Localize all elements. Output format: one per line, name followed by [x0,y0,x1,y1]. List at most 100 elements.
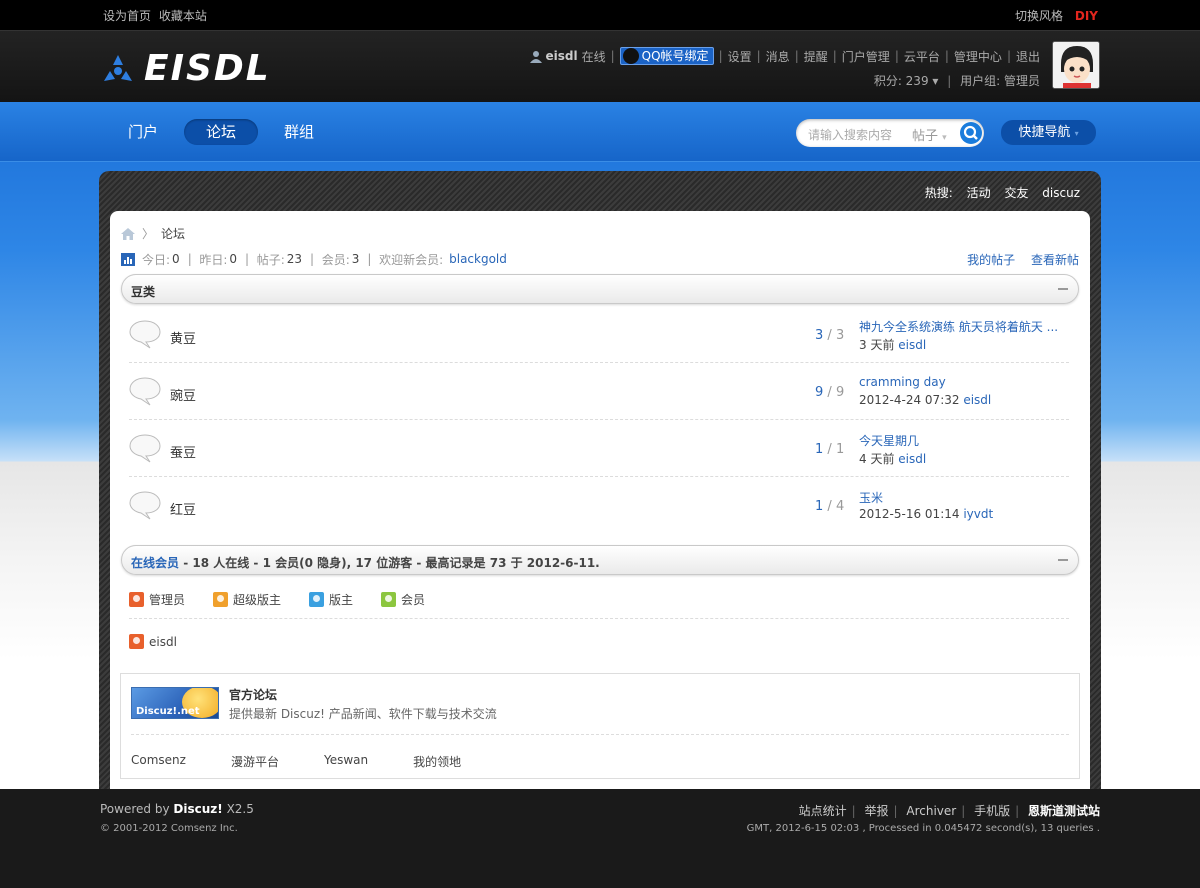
nav-group[interactable]: 群组 [262,119,336,145]
last-post-title[interactable]: 今天星期几 [859,432,1069,450]
set-home-link[interactable]: 设为首页 [103,9,151,23]
legend-label: 管理员 [149,592,186,607]
site-name-link[interactable]: 恩斯道测试站 [1028,804,1100,818]
mobile-link[interactable]: 手机版 [974,804,1010,818]
chart-icon [121,252,135,266]
site-logo[interactable]: EISDL [100,51,271,87]
collapse-icon[interactable] [1057,283,1069,295]
admin-center-link[interactable]: 管理中心 [954,48,1002,65]
user-icon [530,50,543,63]
member-legend: 管理员 超级版主 版主 会员 [129,591,453,607]
thread-count: 3 [815,328,824,343]
moderator-user-icon [309,591,325,607]
logout-link[interactable]: 退出 [1016,48,1040,65]
username-link[interactable]: eisdl [545,49,577,63]
discuz-link[interactable]: Discuz! [173,802,222,816]
discuz-banner[interactable]: Discuz!.net [131,687,219,719]
quick-nav-button[interactable]: 快捷导航 ▾ [1001,120,1096,145]
post-count: 4 [835,499,845,514]
top-bar: 设为首页 收藏本站 切换风格 DIY [0,0,1200,30]
report-link[interactable]: 举报 [864,804,888,818]
copyright: © 2001-2012 Comsenz Inc. [100,823,238,834]
archiver-link[interactable]: Archiver [906,804,956,818]
messages-link[interactable]: 消息 [766,48,790,65]
header: EISDL eisdl 在线 | QQ帐号绑定 | 设置 | 消息 | 提醒 | 门户… [0,30,1200,102]
hot-item-dating[interactable]: 交友 [1004,186,1028,200]
caret-down-icon: ▾ [932,74,939,88]
forum-counts: 1 / 1 [815,442,845,457]
favorite-link[interactable]: 收藏本站 [159,9,207,23]
site-stats-link[interactable]: 站点统计 [799,804,847,818]
search-input[interactable]: 请输入搜索内容 [808,126,892,143]
breadcrumb: 〉 论坛 [121,225,185,242]
avatar[interactable] [1052,41,1100,89]
forum-name[interactable]: 蚕豆 [170,442,196,461]
hot-item-activity[interactable]: 活动 [967,186,991,200]
diy-button[interactable]: DIY [1075,9,1098,23]
search-button[interactable] [960,122,982,144]
thread-count: 9 [815,385,824,400]
forum-counts: 3 / 3 [815,328,845,343]
last-post-title[interactable]: cramming day [859,375,1069,393]
search-type-select[interactable]: 帖子 ▾ [912,125,947,144]
text-links: Comsenz 漫游平台 Yeswan 我的领地 [131,753,506,770]
home-icon[interactable] [121,227,135,240]
search-icon [963,125,978,140]
last-post-user[interactable]: eisdl [898,338,926,352]
link-manyou[interactable]: 漫游平台 [231,753,279,770]
online-members-link[interactable]: 在线会员 [131,556,179,570]
link-comsenz[interactable]: Comsenz [131,753,186,770]
yesterday-label: 昨日: [199,252,228,267]
thread-count: 1 [815,499,824,514]
my-posts-link[interactable]: 我的帖子 [967,253,1015,267]
cloud-platform-link[interactable]: 云平台 [904,48,940,65]
newest-member-link[interactable]: blackgold [449,252,507,266]
avatar-face-icon [1053,42,1099,88]
last-post-user[interactable]: iyvdt [963,507,993,521]
qq-bind-button[interactable]: QQ帐号绑定 [619,47,714,65]
footer-links: 站点统计 | 举报 | Archiver | 手机版 | 恩斯道测试站 [798,804,1100,818]
forum-name[interactable]: 红豆 [170,499,196,518]
notifications-link[interactable]: 提醒 [804,48,828,65]
last-post-user[interactable]: eisdl [898,452,926,466]
forum-name[interactable]: 豌豆 [170,385,196,404]
forum-name[interactable]: 黄豆 [170,328,196,347]
last-post: 今天星期几 4 天前 eisdl [859,432,1069,467]
main-nav: 门户 论坛 群组 请输入搜索内容 帖子 ▾ 快捷导航 ▾ [0,102,1200,162]
last-post-time: 3 天前 [859,338,895,352]
breadcrumb-current[interactable]: 论坛 [161,225,185,242]
settings-link[interactable]: 设置 [728,48,752,65]
today-label: 今日: [142,252,171,267]
legend-admin: 管理员 [129,591,185,608]
portal-admin-link[interactable]: 门户管理 [842,48,890,65]
search-type-label: 帖子 [912,129,939,144]
today-count: 0 [172,252,180,266]
points-label: 积分: 239 [873,74,929,88]
footer: Powered by Discuz! X2.5 © 2001-2012 Coms… [0,789,1200,888]
link-my-territory[interactable]: 我的领地 [413,753,461,770]
nav-forum[interactable]: 论坛 [184,119,259,145]
new-posts-link[interactable]: 查看新帖 [1031,253,1079,267]
version: X2.5 [226,802,254,816]
super-moderator-user-icon [213,591,229,607]
forum-counts: 1 / 4 [815,499,845,514]
powered-prefix: Powered by [100,802,170,816]
switch-style-link[interactable]: 切换风格 [1015,9,1063,23]
hot-item-discuz[interactable]: discuz [1042,186,1080,200]
collapse-icon[interactable] [1057,554,1069,566]
points-dropdown[interactable]: 积分: 239 ▾ [874,74,939,88]
category-title[interactable]: 豆类 [131,283,155,300]
last-post-title[interactable]: 玉米 [859,489,1069,507]
link-yeswan[interactable]: Yeswan [324,753,368,770]
hot-search-label: 热搜: [924,186,953,200]
official-forum-link[interactable]: 官方论坛 [229,686,277,703]
forum-row: 黄豆 3 / 3 神九今全系统演练 航天员将着航天 ... 3 天前 eisdl [129,306,1069,363]
last-post-title[interactable]: 神九今全系统演练 航天员将着航天 ... [859,318,1069,336]
legend-label: 超级版主 [233,592,282,607]
nav-portal[interactable]: 门户 [106,119,180,145]
post-count: 1 [835,442,845,457]
user-group: 用户组: 管理员 [960,74,1040,88]
legend-moderator: 版主 [309,591,353,608]
online-member-link[interactable]: eisdl [149,635,177,649]
last-post-user[interactable]: eisdl [963,393,991,407]
